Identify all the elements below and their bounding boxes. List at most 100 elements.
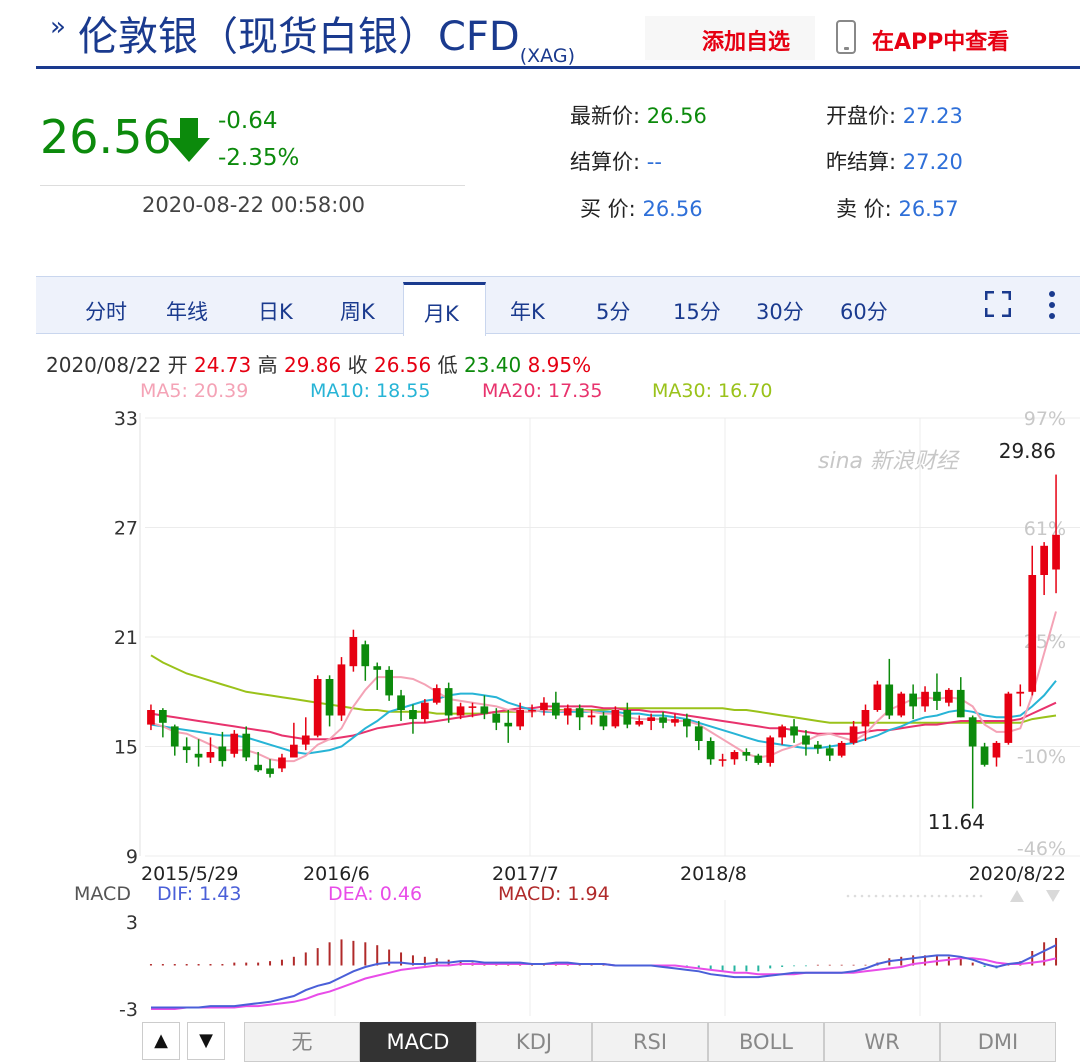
candle-body [552,702,560,716]
candle-body [802,735,810,745]
pct-axis-label: -46% [1017,838,1066,860]
drag-handle-dot [951,894,955,898]
y-axis-label: 21 [114,627,138,649]
drag-handle-dot [846,894,850,898]
candle-body [242,733,251,758]
x-axis-label: 2015/5/29 [141,863,238,885]
candle-body [182,746,191,751]
candle-body [1004,693,1013,743]
candle-body [230,733,239,754]
candle-body [432,688,441,703]
candle-body [599,715,608,727]
x-axis-label: 2018/8 [680,863,747,885]
macd-y-label: 3 [126,912,138,934]
candle-body [540,702,548,710]
drag-handle-dot [979,894,983,898]
candle-body [718,759,727,761]
drag-handle-dot [909,894,913,898]
candle-body [480,706,489,714]
candle-body [337,664,346,716]
candle-body [1052,534,1060,570]
drag-handle-dot [853,894,857,898]
drag-handle-dot [937,894,941,898]
candle-body [1040,545,1048,575]
candle-body [766,737,775,763]
drag-handle-dot [958,894,962,898]
macd-collapse-icon [1010,890,1024,902]
indicator-kdj-button[interactable]: KDJ [476,1022,592,1062]
candle-body [623,710,632,725]
candle-body [611,710,620,727]
candle-body [301,735,310,745]
candle-body [563,708,572,716]
candle-body [897,693,906,716]
candle-body [873,684,882,710]
candle-body [290,744,298,758]
candle-body [635,721,644,725]
candle-body [921,691,929,707]
pct-axis-label: -10% [1017,746,1066,768]
candle-body [218,746,227,762]
candle-body [194,753,203,758]
candle-body [206,752,215,758]
triangle-down-icon: ▼ [199,1030,213,1051]
candle-body [790,726,798,736]
candle-body [313,679,322,736]
candle-body [325,679,334,716]
candle-body [778,726,786,738]
candle-body [956,689,965,718]
candle-body [909,693,917,707]
candle-body [730,752,739,760]
candle-body [1016,691,1025,694]
candle-body [468,706,477,708]
candle-body [647,717,655,721]
indicator-wr-button[interactable]: WR [824,1022,940,1062]
x-axis-label: 2017/7 [492,863,559,885]
x-axis-label: 2016/6 [303,863,370,885]
candle-body [1028,575,1037,692]
candle-body [528,710,536,712]
candle-body [421,702,429,720]
drag-handle-dot [916,894,920,898]
candle-body [814,744,822,749]
candle-body [992,742,1001,758]
y-axis-label: 15 [114,737,138,759]
candle-body [170,726,179,747]
candle-body [754,755,763,763]
kline-chart[interactable]: 33272115997%61%25%-10%-46%2015/5/29 2016/… [0,0,1080,1062]
y-axis-label: 33 [114,408,138,430]
drag-handle-dot [867,894,871,898]
macd-expand-icon [1046,890,1060,902]
pct-axis-label: 97% [1024,408,1066,430]
indicator-rsi-button[interactable]: RSI [592,1022,708,1062]
triangle-up-icon: ▲ [154,1030,168,1051]
candle-body [825,748,834,756]
indicator-none-button[interactable]: 无 [244,1022,360,1062]
candle-body [706,741,715,760]
candle-body [837,742,846,756]
scroll-up-button[interactable]: ▲ [142,1022,180,1060]
candle-body [444,688,453,716]
scroll-down-button[interactable]: ▼ [187,1022,225,1060]
indicator-macd-button[interactable]: MACD [360,1022,476,1062]
candle-body [266,768,274,774]
candle-body [516,710,524,727]
min-price-annotation: 11.64 [928,810,985,834]
indicator-boll-button[interactable]: BOLL [708,1022,824,1062]
candle-body [278,757,286,769]
drag-handle-dot [902,894,906,898]
candle-body [671,719,679,723]
drag-handle-dot [944,894,948,898]
candle-body [861,710,870,727]
candle-body [492,713,501,723]
candle-body [254,764,262,771]
candle-body [349,637,358,667]
candle-body [683,719,691,727]
candle-body [587,715,596,718]
drag-handle-dot [930,894,934,898]
candle-body [409,710,417,720]
candle-body [385,669,393,696]
y-axis-label: 27 [114,518,138,540]
indicator-dmi-button[interactable]: DMI [940,1022,1056,1062]
max-price-annotation: 29.86 [999,439,1056,463]
